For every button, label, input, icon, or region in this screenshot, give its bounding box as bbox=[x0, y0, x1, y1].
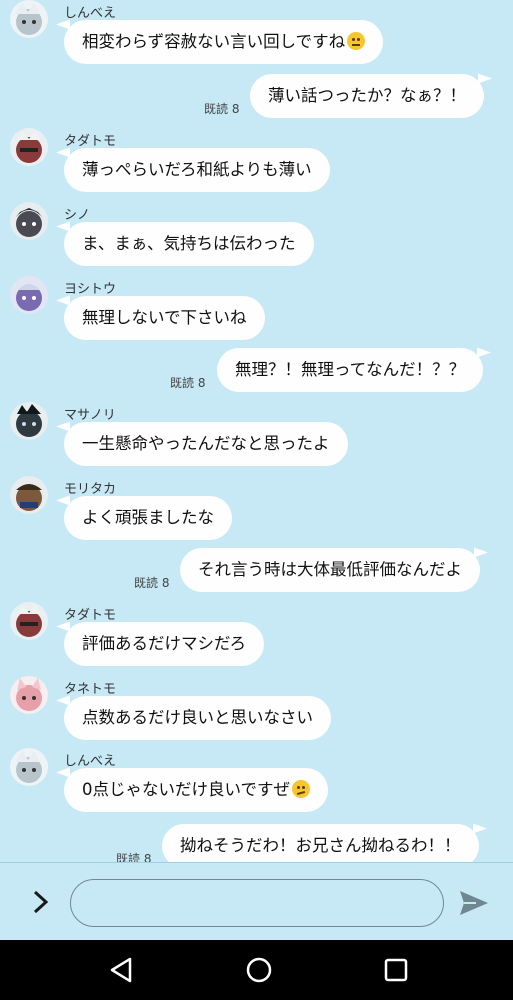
message-text: 相変わらず容赦ない言い回しですね bbox=[82, 32, 346, 51]
avatar[interactable] bbox=[10, 128, 48, 166]
sender-name: しんべえ bbox=[64, 754, 117, 769]
message-bubble[interactable]: 拗ねそうだわ！お兄さん拗ねるわ！！ bbox=[162, 824, 479, 862]
sender-name: マサノリ bbox=[64, 408, 116, 423]
sender-name: タネトモ bbox=[64, 682, 117, 697]
avatar[interactable] bbox=[10, 602, 48, 640]
confused-face-icon bbox=[292, 780, 311, 798]
message-text: 点数あるだけ良いと思いなさい bbox=[82, 708, 313, 727]
expressionless-face-icon bbox=[347, 32, 366, 50]
message-bubble[interactable]: ま、まぁ、気持ちは伝わった bbox=[64, 222, 314, 266]
avatar[interactable] bbox=[10, 402, 48, 440]
read-receipt: 既読 8 bbox=[170, 376, 206, 390]
avatar[interactable] bbox=[10, 748, 48, 786]
avatar[interactable] bbox=[10, 476, 48, 514]
message-bubble[interactable]: 点数あるだけ良いと思いなさい bbox=[64, 696, 331, 740]
message-bubble[interactable]: 一生懸命やったんだなと思ったよ bbox=[64, 422, 348, 466]
avatar[interactable] bbox=[10, 0, 48, 38]
sender-name: モリタカ bbox=[64, 482, 117, 497]
message-text: 拗ねそうだわ！お兄さん拗ねるわ！！ bbox=[180, 836, 461, 855]
avatar[interactable] bbox=[10, 202, 48, 240]
system-nav-bar bbox=[0, 940, 513, 1000]
sender-name: しんべえ bbox=[64, 6, 117, 21]
message-bubble[interactable]: よく頑張ましたな bbox=[64, 496, 232, 540]
read-receipt: 既読 8 bbox=[116, 852, 152, 862]
home-circle-icon[interactable] bbox=[245, 956, 273, 984]
message-bubble[interactable]: 無理？！無理ってなんだ！？？ bbox=[217, 348, 484, 392]
message-bubble[interactable]: 0点じゃないだけ良いですぜ bbox=[64, 768, 329, 812]
recents-square-icon[interactable] bbox=[382, 956, 410, 984]
sender-name: ヨシトウ bbox=[64, 282, 117, 297]
avatar[interactable] bbox=[10, 676, 48, 714]
message-bubble[interactable]: それ言う時は大体最低評価なんだよ bbox=[180, 548, 480, 592]
avatar[interactable] bbox=[10, 276, 48, 314]
back-triangle-icon[interactable] bbox=[108, 956, 136, 984]
read-receipt: 既読 8 bbox=[204, 102, 240, 116]
message-text: ま、まぁ、気持ちは伝わった bbox=[82, 234, 296, 253]
message-input-bar bbox=[0, 862, 513, 940]
message-text: 薄っぺらいだろ和紙よりも薄い bbox=[82, 160, 312, 179]
message-text: 評価あるだけマシだろ bbox=[82, 634, 247, 653]
sender-name: タダトモ bbox=[64, 608, 117, 623]
message-bubble[interactable]: 薄い話つったか？なぁ？！ bbox=[250, 74, 484, 118]
chat-area[interactable]: しんべえ 相変わらず容赦ない言い回しですね 既読 8 薄い話つったか？なぁ？！ … bbox=[0, 0, 513, 862]
message-bubble[interactable]: 薄っぺらいだろ和紙よりも薄い bbox=[64, 148, 330, 192]
message-text: よく頑張ましたな bbox=[82, 508, 214, 527]
message-bubble[interactable]: 評価あるだけマシだろ bbox=[64, 622, 265, 666]
chevron-right-icon[interactable] bbox=[26, 887, 56, 917]
sender-name: タダトモ bbox=[64, 134, 117, 149]
message-text: 0点じゃないだけ良いですぜ bbox=[82, 780, 291, 799]
send-icon[interactable] bbox=[458, 889, 490, 917]
message-bubble[interactable]: 無理しないで下さいね bbox=[64, 296, 265, 340]
message-text: 薄い話つったか？なぁ？！ bbox=[268, 86, 466, 105]
message-text: 一生懸命やったんだなと思ったよ bbox=[82, 434, 330, 453]
message-input[interactable] bbox=[70, 879, 444, 927]
sender-name: シノ bbox=[64, 208, 91, 223]
message-text: それ言う時は大体最低評価なんだよ bbox=[198, 560, 462, 579]
message-text: 無理？！無理ってなんだ！？？ bbox=[235, 360, 466, 379]
message-bubble[interactable]: 相変わらず容赦ない言い回しですね bbox=[64, 20, 384, 64]
message-text: 無理しないで下さいね bbox=[82, 308, 247, 327]
read-receipt: 既読 8 bbox=[134, 576, 170, 590]
